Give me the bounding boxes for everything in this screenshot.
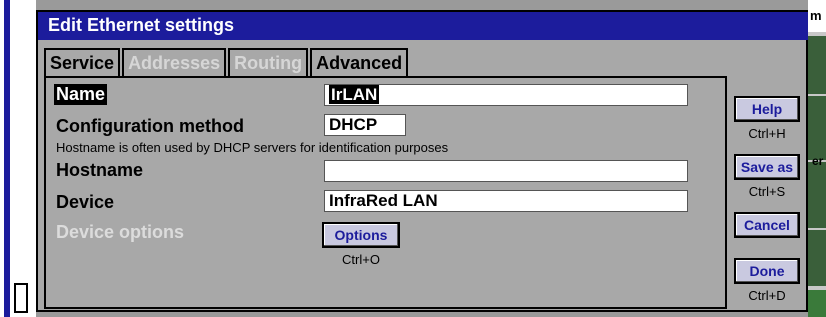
help-button[interactable]: Help xyxy=(734,96,800,122)
device-label: Device xyxy=(56,192,115,212)
background-tile xyxy=(808,290,826,317)
done-button[interactable]: Done xyxy=(734,258,800,284)
configuration-method-label: Configuration method xyxy=(56,116,244,136)
done-shortcut: Ctrl+D xyxy=(748,288,786,303)
background-tile xyxy=(808,230,826,286)
device-options-label: Device options xyxy=(56,222,185,242)
service-panel: Name IrLAN Configuration method DHCP Hos… xyxy=(44,76,727,309)
hostname-note: Hostname is often used by DHCP servers f… xyxy=(56,140,449,155)
dialog-title: Edit Ethernet settings xyxy=(48,15,235,35)
options-button[interactable]: Options xyxy=(322,222,400,248)
hostname-label: Hostname xyxy=(56,160,144,180)
tab-routing[interactable]: Routing xyxy=(228,48,309,76)
background-fragment-box xyxy=(14,283,28,313)
hostname-field[interactable] xyxy=(324,160,688,182)
name-field[interactable]: IrLAN xyxy=(324,84,688,106)
configuration-method-field[interactable]: DHCP xyxy=(324,114,406,136)
device-field[interactable]: InfraRed LAN xyxy=(324,190,688,212)
background-top-text: m xyxy=(810,8,822,23)
background-app-right-edge: m er xyxy=(808,0,826,317)
tab-addresses[interactable]: Addresses xyxy=(122,48,227,76)
background-tile xyxy=(808,36,826,94)
background-tile xyxy=(808,96,826,160)
help-shortcut: Ctrl+H xyxy=(748,126,786,141)
edit-ethernet-dialog: Edit Ethernet settings Service Addresses… xyxy=(36,10,808,312)
name-label: Name xyxy=(54,84,108,105)
options-shortcut: Ctrl+O xyxy=(342,252,380,267)
save-as-button[interactable]: Save as xyxy=(734,154,800,180)
background-fragment-text: er xyxy=(812,154,824,168)
background-app-left-edge xyxy=(0,0,36,317)
tab-service[interactable]: Service xyxy=(44,48,121,76)
background-stripe xyxy=(4,0,10,317)
cancel-button[interactable]: Cancel xyxy=(734,212,800,238)
dialog-titlebar: Edit Ethernet settings xyxy=(38,12,808,40)
save-as-shortcut: Ctrl+S xyxy=(748,184,786,199)
tab-bar: Service Addresses Routing Advanced xyxy=(44,48,410,76)
background-tile xyxy=(808,162,826,228)
name-field-value: IrLAN xyxy=(329,85,380,104)
tab-advanced[interactable]: Advanced xyxy=(310,48,409,76)
